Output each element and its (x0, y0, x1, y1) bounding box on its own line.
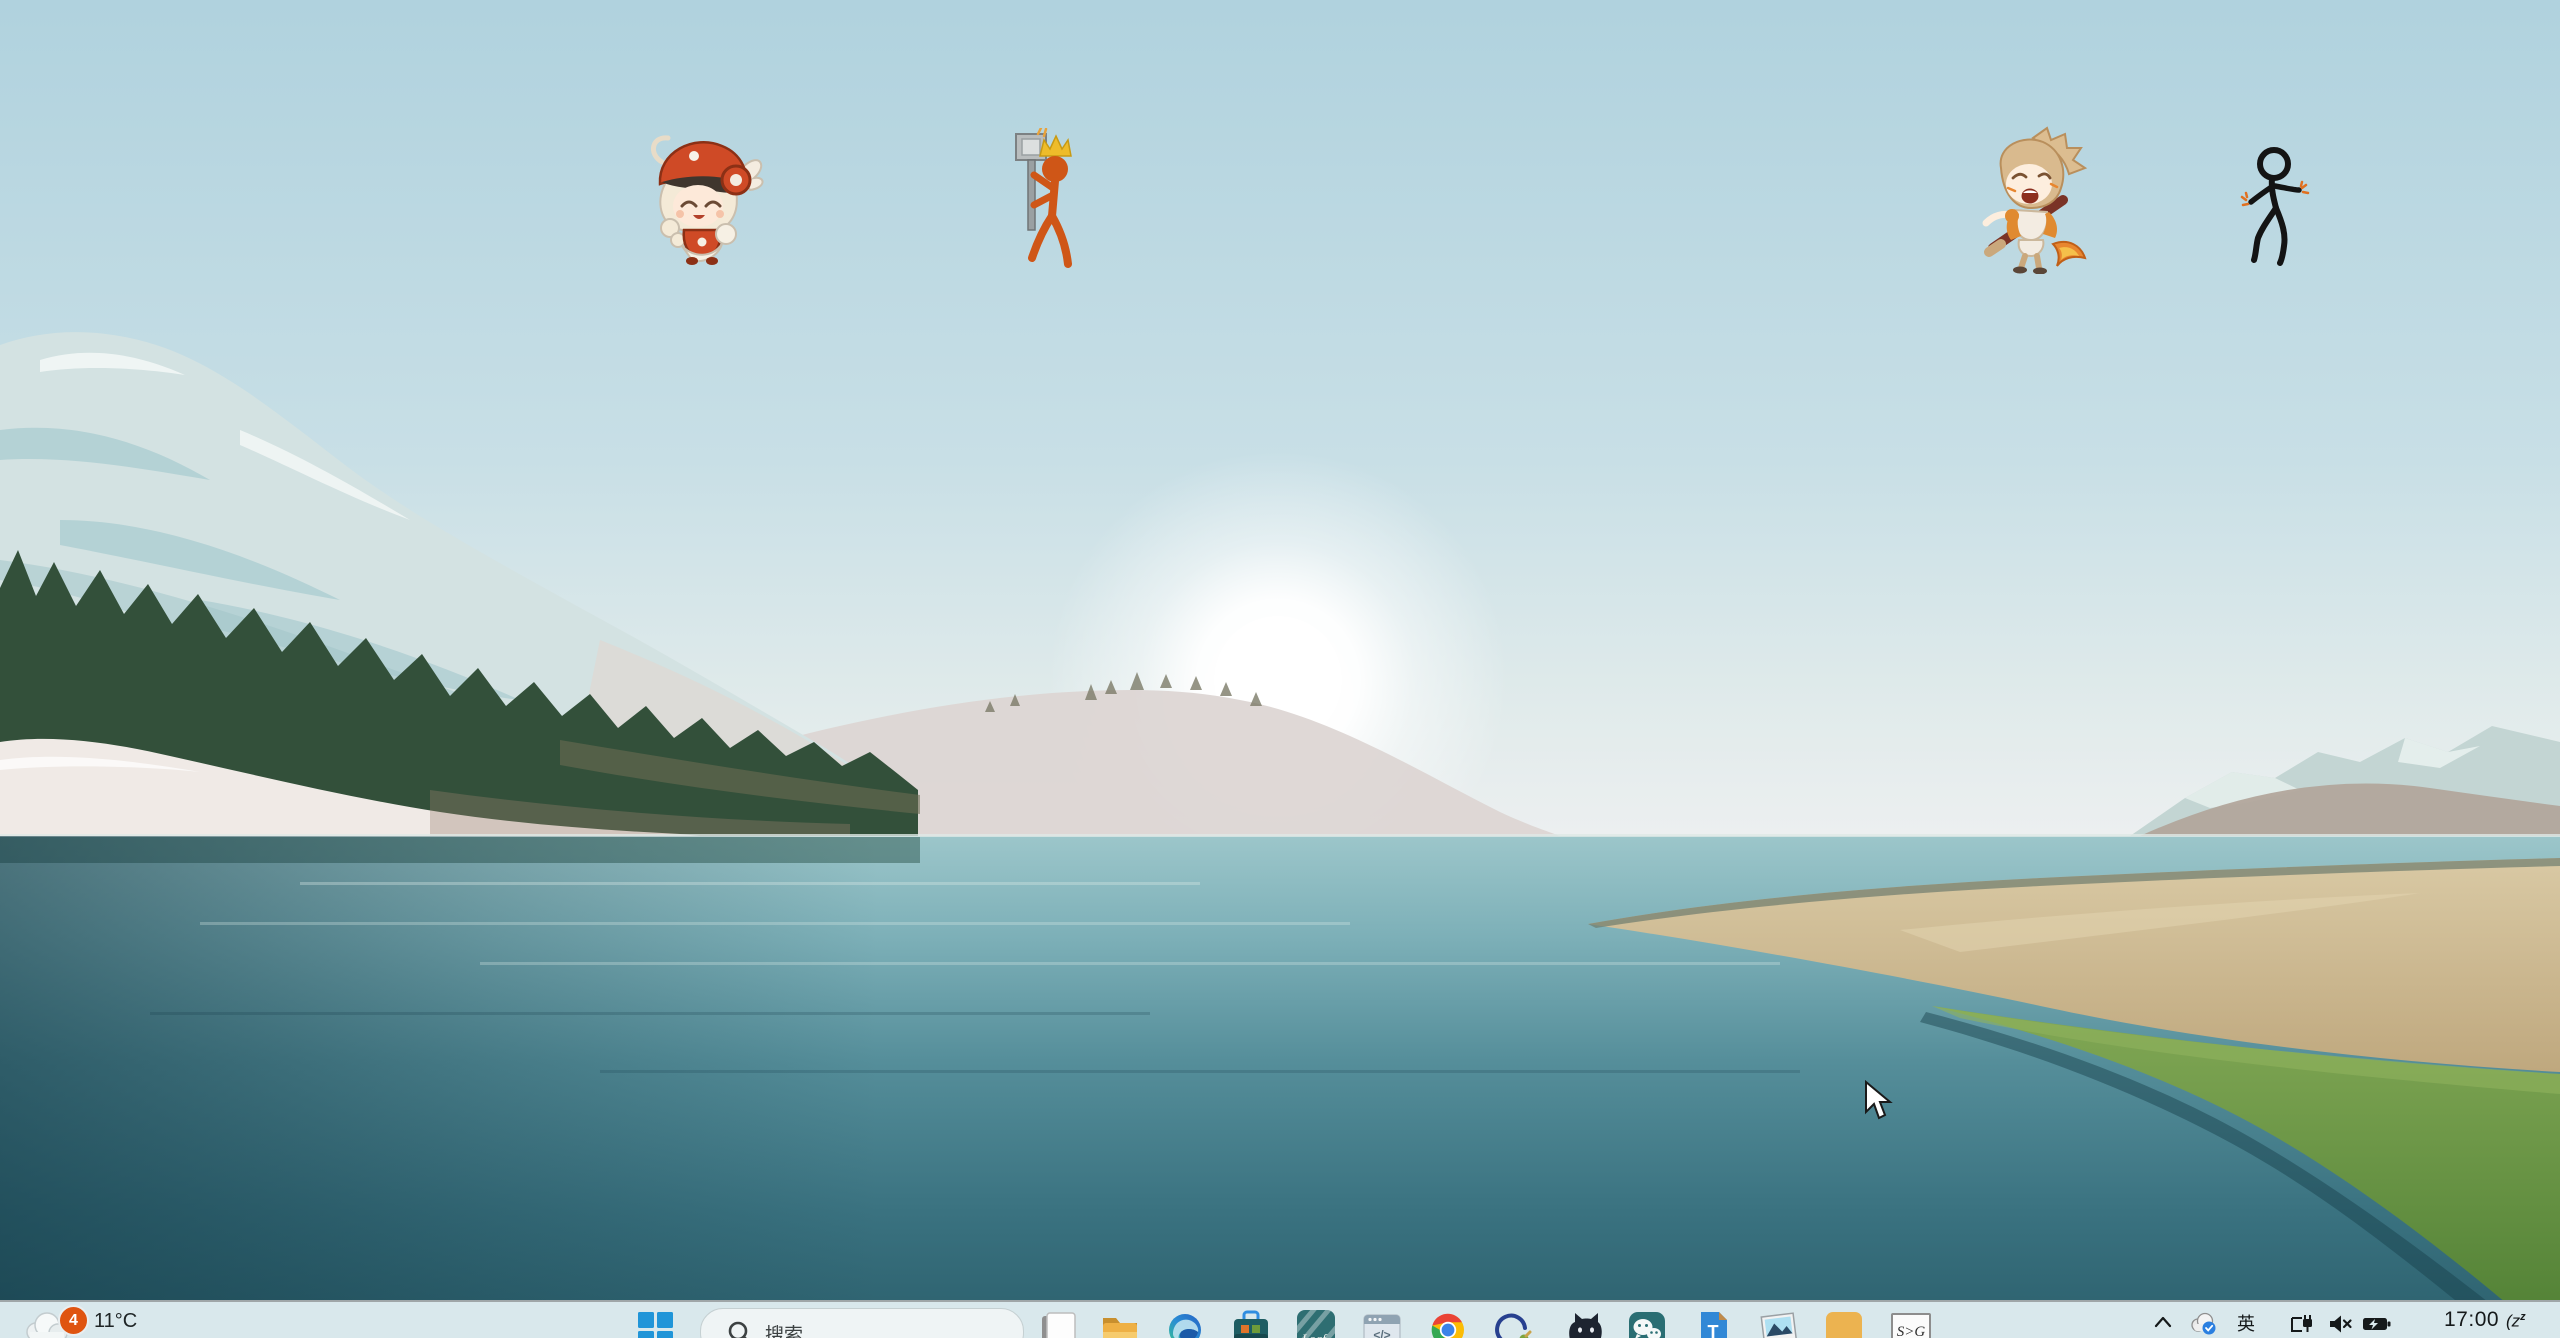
cloud-tray-icon (2189, 1312, 2219, 1336)
orange-notes-icon (1826, 1312, 1862, 1338)
wechat-icon (1627, 1310, 1667, 1338)
tray-cloud-button[interactable] (2189, 1312, 2219, 1338)
code-editor-button[interactable]: </> (1362, 1310, 1402, 1338)
search-box[interactable]: 搜索 (700, 1308, 1024, 1338)
usb-tray-button[interactable] (2289, 1312, 2317, 1338)
search-icon (727, 1320, 753, 1338)
typora-button[interactable]: T (1694, 1310, 1734, 1338)
loaf-label: Loaf (1302, 1331, 1326, 1338)
s-to-g-icon: S>G (1891, 1313, 1931, 1338)
start-button[interactable] (638, 1312, 674, 1338)
cat-icon (1563, 1310, 1603, 1338)
volume-muted-button[interactable] (2327, 1312, 2355, 1338)
taskbar: 4 11°C 搜索 (0, 1300, 2560, 1338)
chrome-button[interactable] (1428, 1310, 1468, 1338)
wallpaper-lake-scene (0, 0, 2560, 1338)
search-placeholder: 搜索 (765, 1320, 803, 1338)
loaf-app-button[interactable]: Loaf (1297, 1310, 1337, 1338)
toolbox-app-button[interactable] (1231, 1310, 1271, 1338)
loop-app-button[interactable] (1492, 1310, 1532, 1338)
code-glyph: </> (1373, 1328, 1390, 1338)
ime-indicator[interactable]: 英 (2237, 1310, 2255, 1336)
wechat-button[interactable] (1627, 1310, 1667, 1338)
start-logo-icon (638, 1312, 654, 1328)
chrome-icon (1428, 1310, 1468, 1338)
loop-icon (1492, 1310, 1532, 1338)
sleep-glyph: (z (2506, 1312, 2520, 1331)
battery-button[interactable] (2361, 1312, 2393, 1338)
tray-clock[interactable]: 17:00 (2444, 1308, 2499, 1332)
sleep-tray-button[interactable]: (zz (2506, 1311, 2526, 1332)
edge-browser-button[interactable] (1165, 1310, 1205, 1338)
arrow-cursor (1864, 1080, 1894, 1122)
yoimiya-chibi[interactable] (1975, 126, 2090, 279)
toolbox-icon (1231, 1310, 1271, 1338)
photo-viewer-button[interactable] (1759, 1310, 1799, 1338)
typora-glyph: T (1708, 1322, 1719, 1338)
temperature-label: 11°C (94, 1310, 137, 1333)
file-explorer-button[interactable] (1100, 1310, 1140, 1338)
orange-stick-figure-crown[interactable] (1008, 128, 1088, 278)
widgets-button[interactable]: 4 11°C (18, 1304, 198, 1338)
s-to-g-label: S>G (1897, 1324, 1925, 1338)
sleep-glyph-sup: z (2520, 1311, 2526, 1323)
clash-cat-button[interactable] (1563, 1310, 1603, 1338)
file-explorer-icon (1100, 1310, 1140, 1338)
widgets-badge: 4 (58, 1305, 89, 1336)
edge-icon (1165, 1310, 1205, 1338)
loaf-icon: Loaf (1297, 1310, 1335, 1338)
chevron-up-icon (2151, 1312, 2175, 1334)
black-stick-figure[interactable] (2238, 142, 2310, 272)
s-to-g-button[interactable]: S>G (1891, 1310, 1931, 1338)
windows-desktop: 4 11°C 搜索 (0, 0, 2560, 1338)
code-editor-icon: </> (1362, 1310, 1402, 1338)
task-view-icon (1039, 1310, 1079, 1338)
volume-muted-icon (2327, 1312, 2355, 1336)
usb-plug-icon (2289, 1312, 2317, 1336)
typora-icon: T (1694, 1310, 1734, 1338)
battery-charging-icon (2361, 1312, 2393, 1336)
orange-notes-button[interactable] (1824, 1310, 1864, 1338)
task-view-button[interactable] (1039, 1310, 1079, 1338)
tray-chevron-button[interactable] (2151, 1312, 2175, 1338)
klee-chibi[interactable] (632, 120, 767, 270)
photo-viewer-icon (1759, 1310, 1799, 1338)
